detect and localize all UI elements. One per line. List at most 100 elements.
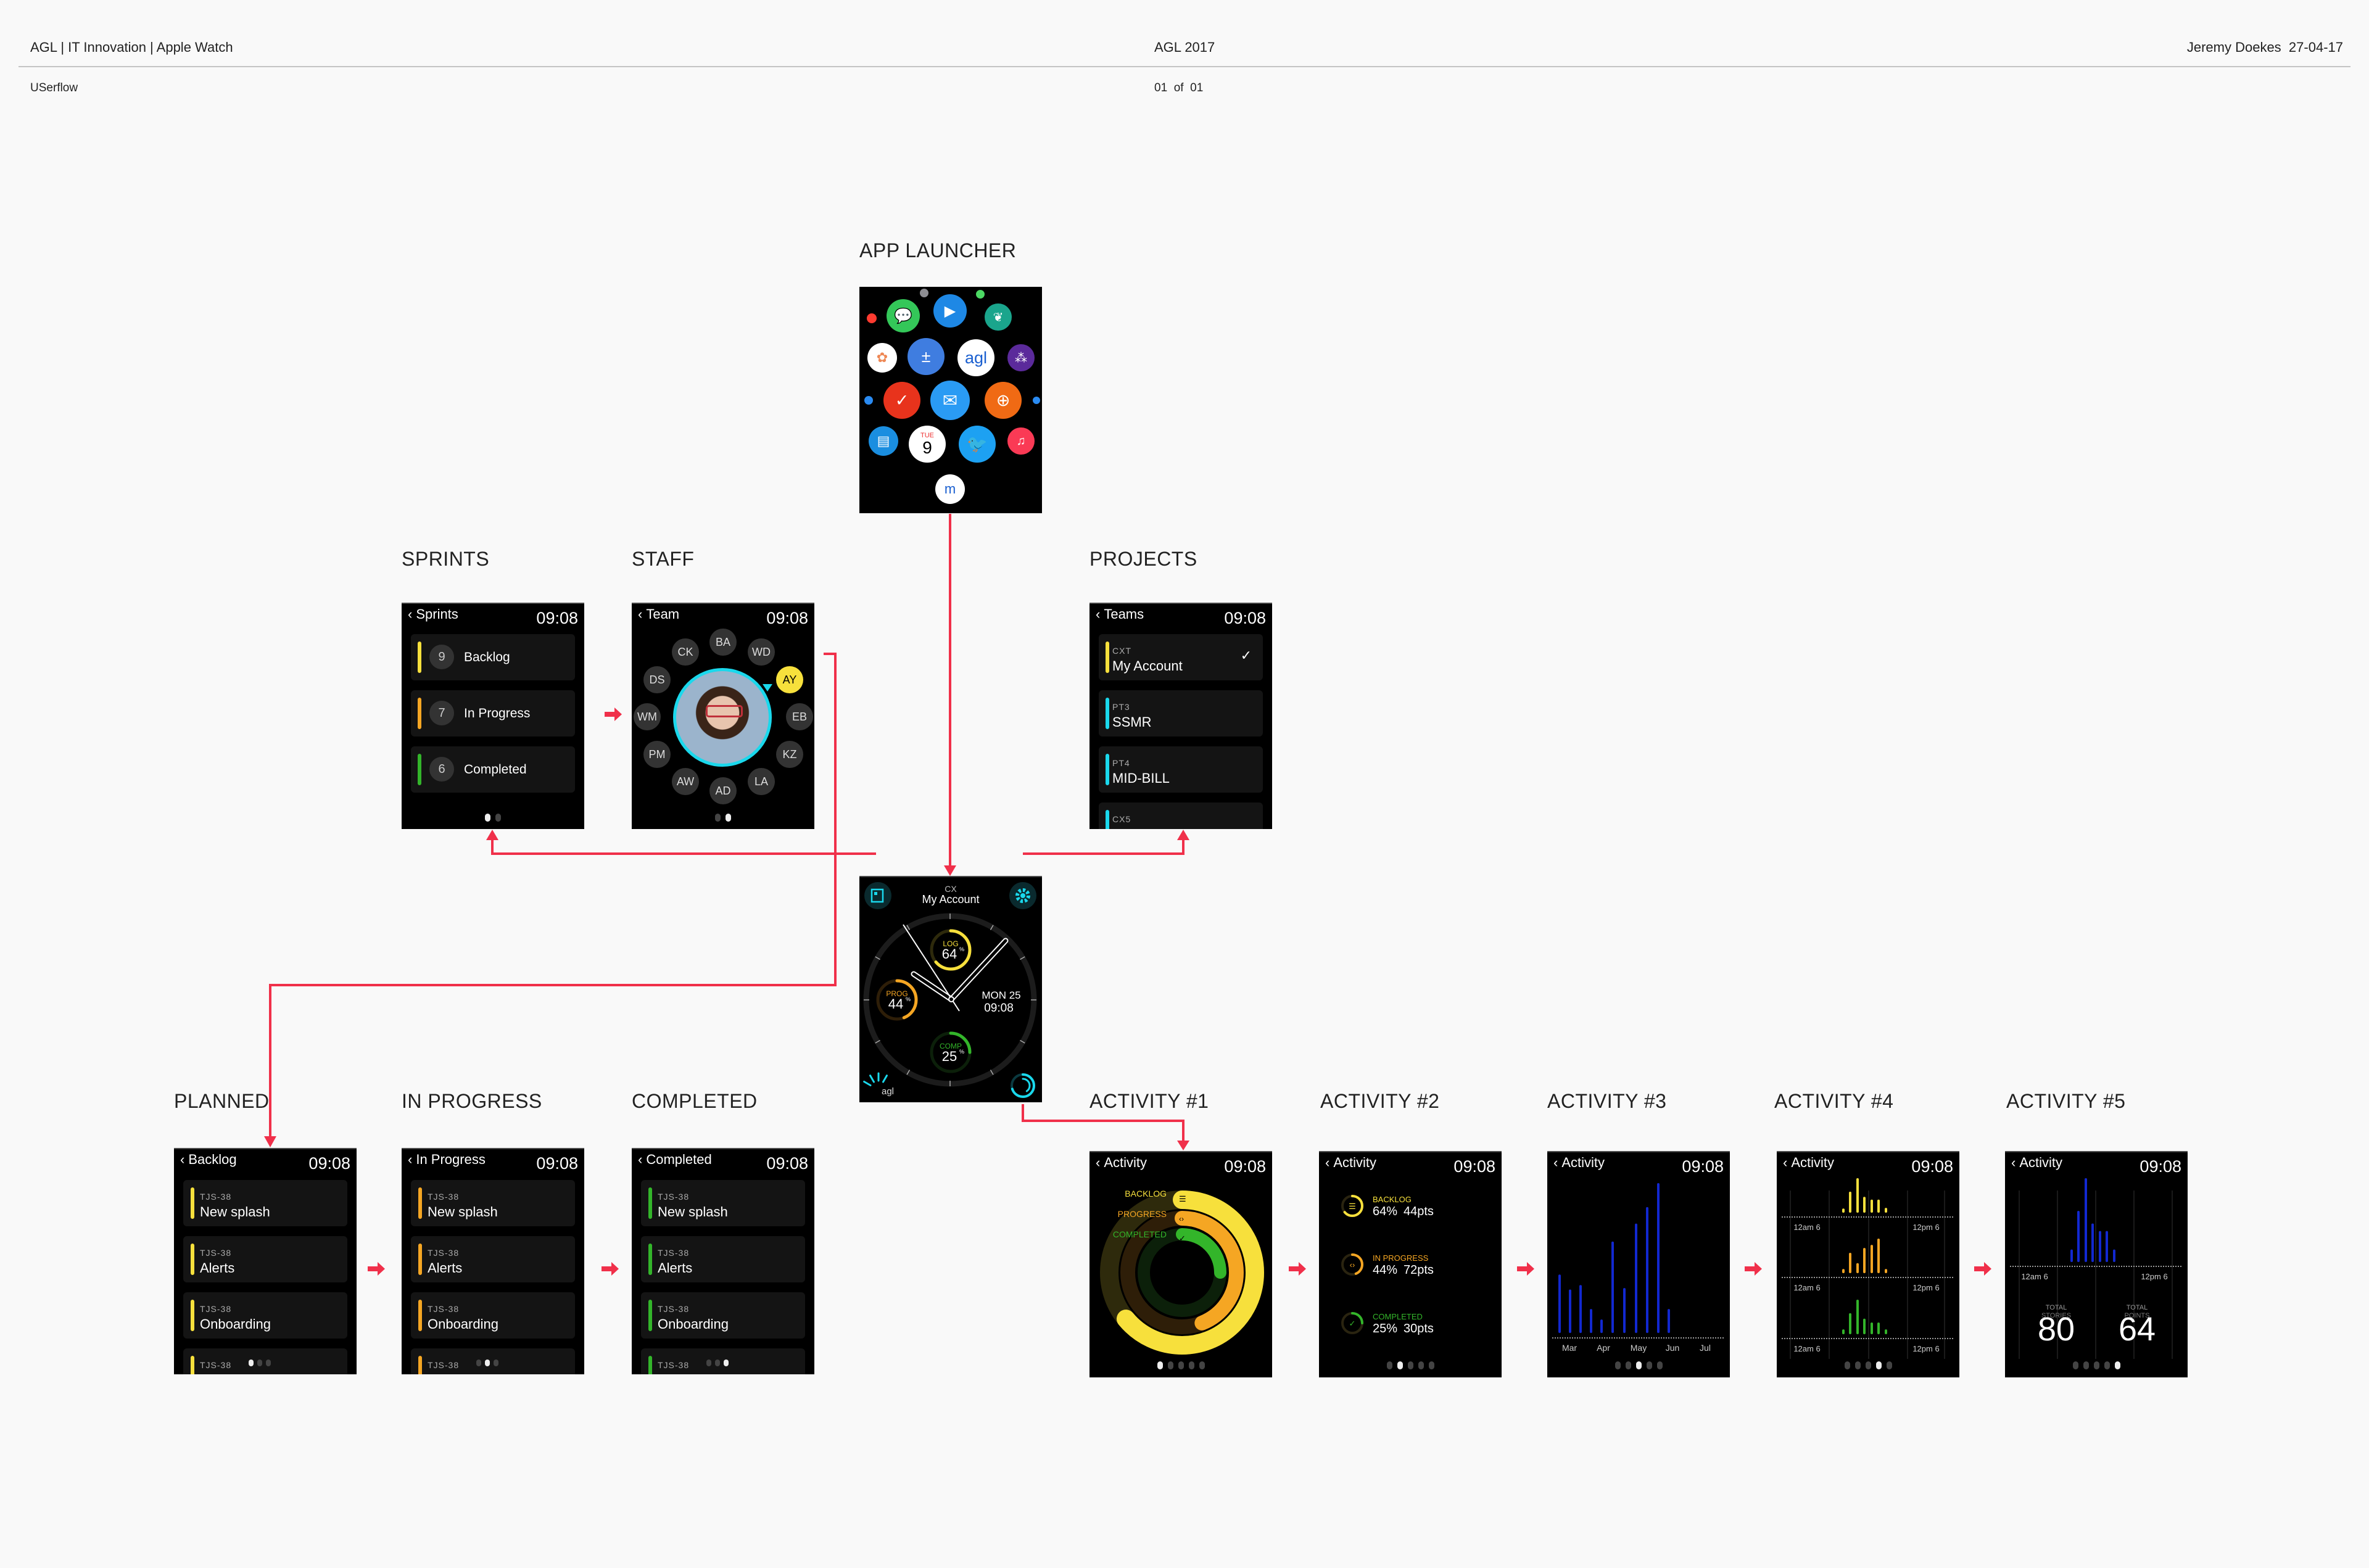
project-row[interactable]: CXT My Account ✓ — [1099, 634, 1263, 680]
remote-icon[interactable]: ▤ — [869, 426, 898, 456]
page-dot[interactable] — [1865, 1361, 1871, 1369]
back-button[interactable]: ‹ Team — [638, 606, 679, 622]
sprint-row-in_progress[interactable]: 7 In Progress — [411, 690, 575, 737]
page-dot[interactable] — [1875, 1361, 1882, 1369]
page-dot[interactable] — [1178, 1361, 1184, 1369]
page-dot[interactable] — [724, 1360, 729, 1366]
back-button[interactable]: ‹ Activity — [2011, 1155, 2062, 1171]
back-button[interactable]: ‹ In Progress — [408, 1152, 486, 1168]
mail-icon[interactable]: ✉ — [930, 381, 970, 420]
calculator-icon[interactable]: ± — [907, 338, 945, 375]
task-row[interactable]: TJS-38 New splash — [183, 1180, 347, 1226]
staff-member-pm[interactable]: PM — [643, 741, 671, 768]
staff-member-wd[interactable]: WD — [748, 638, 775, 666]
page-dot[interactable] — [266, 1360, 271, 1366]
page-dot[interactable] — [715, 814, 721, 822]
staff-member-ad[interactable]: AD — [709, 777, 737, 804]
page-dot[interactable] — [1844, 1361, 1850, 1369]
page-dot[interactable] — [1157, 1361, 1163, 1369]
globe-icon[interactable]: ⊕ — [985, 382, 1022, 419]
staff-member-ck[interactable]: CK — [672, 638, 699, 666]
back-button[interactable]: ‹ Activity — [1096, 1155, 1147, 1171]
music-icon[interactable]: ♫ — [1007, 427, 1035, 455]
messages-icon[interactable]: 💬 — [887, 299, 920, 332]
page-dot[interactable] — [257, 1360, 262, 1366]
page-dot[interactable] — [1386, 1361, 1392, 1369]
page-dot[interactable] — [476, 1360, 481, 1366]
small-dot-icon[interactable] — [1033, 397, 1040, 404]
page-dot[interactable] — [726, 814, 731, 822]
back-button[interactable]: ‹ Activity — [1783, 1155, 1834, 1171]
page-dot[interactable] — [1646, 1361, 1652, 1369]
task-row[interactable]: TJS-38 Onboarding — [641, 1292, 805, 1339]
task-row[interactable]: TJS-38 Alerts — [411, 1236, 575, 1282]
nike-icon[interactable]: ✓ — [883, 382, 920, 419]
page-dot[interactable] — [2093, 1361, 2099, 1369]
play-icon[interactable]: ▶ — [933, 294, 967, 328]
sprint-row-backlog[interactable]: 9 Backlog — [411, 634, 575, 680]
agl-icon[interactable]: agl — [957, 339, 994, 376]
page-dot[interactable] — [495, 814, 501, 822]
photos-icon[interactable]: ✿ — [867, 343, 897, 373]
project-row[interactable]: PT4 MID-BILL — [1099, 746, 1263, 793]
dots-icon[interactable]: ⁂ — [1007, 344, 1035, 371]
page-dot[interactable] — [2072, 1361, 2078, 1369]
back-button[interactable]: ‹ Activity — [1325, 1155, 1376, 1171]
staff-member-kz[interactable]: KZ — [776, 741, 803, 768]
page-dot[interactable] — [1428, 1361, 1434, 1369]
page-dot[interactable] — [2104, 1361, 2110, 1369]
back-button[interactable]: ‹ Completed — [638, 1152, 712, 1168]
page-dot[interactable] — [1397, 1361, 1403, 1369]
page-dot[interactable] — [2083, 1361, 2089, 1369]
twitter-icon[interactable]: 🐦 — [959, 426, 996, 463]
page-dot[interactable] — [1188, 1361, 1194, 1369]
staff-member-ay[interactable]: AY — [776, 666, 803, 693]
blue-dot-icon[interactable] — [864, 396, 873, 405]
page-dot[interactable] — [485, 814, 490, 822]
staff-member-la[interactable]: LA — [748, 768, 775, 795]
sprint-row-completed[interactable]: 6 Completed — [411, 746, 575, 793]
clock-time: 09:08 — [1453, 1157, 1495, 1176]
back-button[interactable]: ‹ Activity — [1553, 1155, 1605, 1171]
page-dot[interactable] — [2114, 1361, 2120, 1369]
back-button[interactable]: ‹ Sprints — [408, 606, 458, 622]
hour-bar-backlog — [1877, 1199, 1880, 1213]
page-dot[interactable] — [1854, 1361, 1861, 1369]
green-dot-icon[interactable] — [976, 290, 985, 299]
staff-member-aw[interactable]: AW — [672, 768, 699, 795]
back-button[interactable]: ‹ Teams — [1096, 606, 1144, 622]
page-dot[interactable] — [1656, 1361, 1663, 1369]
staff-member-ba[interactable]: BA — [709, 629, 737, 656]
page-dot[interactable] — [1199, 1361, 1205, 1369]
status-dot-icon[interactable] — [920, 289, 928, 297]
staff-member-ds[interactable]: DS — [643, 666, 671, 693]
page-dot[interactable] — [249, 1360, 254, 1366]
selected-staff-avatar[interactable] — [673, 668, 772, 767]
task-row[interactable]: TJS-38 Onboarding — [411, 1292, 575, 1339]
page-dot[interactable] — [1167, 1361, 1173, 1369]
back-button[interactable]: ‹ Backlog — [180, 1152, 237, 1168]
staff-member-eb[interactable]: EB — [786, 703, 813, 730]
red-dot-icon[interactable] — [867, 313, 877, 323]
page-dot[interactable] — [1625, 1361, 1631, 1369]
leaf-icon[interactable]: ❦ — [985, 303, 1012, 331]
page-dot[interactable] — [1407, 1361, 1413, 1369]
page-dot[interactable] — [494, 1360, 498, 1366]
m-icon[interactable]: m — [935, 474, 965, 504]
task-row[interactable]: TJS-38 Alerts — [641, 1236, 805, 1282]
page-dot[interactable] — [1418, 1361, 1424, 1369]
task-row[interactable]: TJS-38 New splash — [641, 1180, 805, 1226]
page-dot[interactable] — [485, 1360, 490, 1366]
page-dot[interactable] — [715, 1360, 720, 1366]
staff-member-wm[interactable]: WM — [634, 703, 661, 730]
page-dot[interactable] — [706, 1360, 711, 1366]
page-dot[interactable] — [1886, 1361, 1892, 1369]
project-row[interactable]: PT3 SSMR — [1099, 690, 1263, 737]
page-dot[interactable] — [1614, 1361, 1621, 1369]
task-row[interactable]: TJS-38 New splash — [411, 1180, 575, 1226]
calendar-icon[interactable]: TUE 9 — [909, 426, 946, 463]
page-dot[interactable] — [1635, 1361, 1642, 1369]
project-row[interactable]: CX5 FEATURE NAME — [1099, 803, 1263, 829]
task-row[interactable]: TJS-38 Alerts — [183, 1236, 347, 1282]
task-row[interactable]: TJS-38 Onboarding — [183, 1292, 347, 1339]
